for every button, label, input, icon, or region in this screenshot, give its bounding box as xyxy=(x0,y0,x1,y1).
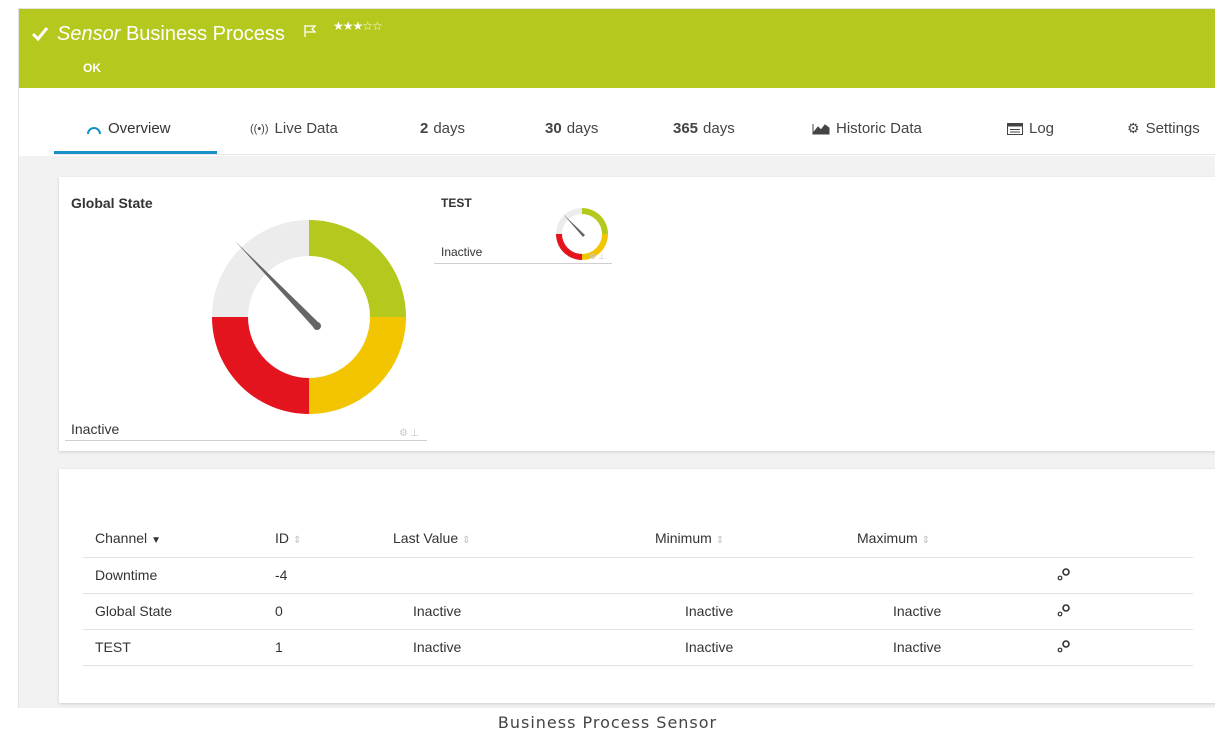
historic-chart-icon xyxy=(812,123,830,134)
cell-id: 1 xyxy=(275,629,393,666)
cell-last-value xyxy=(393,557,655,594)
tabs-divider xyxy=(54,154,1215,155)
tab-2-days[interactable]: 2 days xyxy=(420,120,465,137)
figure-caption: Business Process Sensor xyxy=(497,713,718,732)
cell-actions xyxy=(1057,629,1193,666)
cell-actions xyxy=(1057,593,1193,630)
col-minimum[interactable]: Minimum ⇕ xyxy=(655,519,857,558)
gauge-value: Inactive xyxy=(71,421,120,437)
status-text: OK xyxy=(83,61,101,75)
tab-settings[interactable]: ⚙ Settings xyxy=(1127,120,1200,137)
check-icon xyxy=(31,27,49,42)
table-row[interactable]: Global State 0 Inactive Inactive Inactiv… xyxy=(83,593,1193,630)
channels-panel: Channel ▼ ID ⇕ Last Value ⇕ Minimum ⇕ Maximu… xyxy=(59,469,1215,703)
tab-label: days xyxy=(703,120,735,137)
col-id[interactable]: ID ⇕ xyxy=(275,519,393,558)
tab-label: Log xyxy=(1029,120,1055,137)
tab-365-days[interactable]: 365 days xyxy=(673,120,735,137)
sort-icon: ⇕ xyxy=(921,534,931,546)
cell-last-value: Inactive xyxy=(393,593,655,630)
cell-maximum xyxy=(857,557,1057,594)
sort-icon: ⇕ xyxy=(293,534,302,546)
gauge-title: Global State xyxy=(71,195,153,211)
cell-id: -4 xyxy=(275,557,393,594)
col-last-value[interactable]: Last Value ⇕ xyxy=(393,519,655,558)
live-data-icon: ((•)) xyxy=(250,122,269,135)
cell-minimum: Inactive xyxy=(655,593,857,630)
tab-label: Historic Data xyxy=(836,120,922,137)
gauge-icon xyxy=(87,126,101,134)
cell-actions xyxy=(1057,557,1193,594)
page-title: Sensor Business Process xyxy=(57,23,285,46)
cell-maximum: Inactive xyxy=(857,629,1057,666)
table-row[interactable]: TEST 1 Inactive Inactive Inactive xyxy=(83,629,1193,666)
col-actions xyxy=(1057,519,1193,558)
gauge-panel: Global State Inactive ⚙⊥ TEST Inactive ⚙… xyxy=(59,177,1215,451)
gauge-segment-yellow xyxy=(309,317,406,414)
cell-id: 0 xyxy=(275,593,393,630)
col-maximum[interactable]: Maximum ⇕ xyxy=(857,519,1057,558)
channel-settings-icon[interactable] xyxy=(1057,567,1071,581)
tab-30-days[interactable]: 30 days xyxy=(545,120,598,137)
channel-settings-icon[interactable] xyxy=(1057,639,1071,653)
tab-bold: 30 xyxy=(545,120,562,137)
gauge-segment-green xyxy=(309,220,406,317)
tab-live-data[interactable]: ((•)) Live Data xyxy=(250,120,338,137)
title-italic: Sensor xyxy=(57,23,121,45)
log-icon xyxy=(1007,122,1023,135)
small-gauge-underline xyxy=(434,263,612,264)
cell-channel: Global State xyxy=(83,593,275,630)
small-gauge-tools-icon[interactable]: ⚙⊥ xyxy=(589,252,607,261)
priority-stars[interactable]: ★★★☆☆ xyxy=(333,19,383,33)
cell-minimum: Inactive xyxy=(655,629,857,666)
col-maximum-label: Maximum xyxy=(857,529,918,546)
tab-label: Live Data xyxy=(274,120,338,137)
tab-label: days xyxy=(433,120,466,137)
sort-icon: ⇕ xyxy=(462,534,471,546)
col-channel-label: Channel xyxy=(95,529,148,546)
table-header-row: Channel ▼ ID ⇕ Last Value ⇕ Minimum ⇕ Maximu… xyxy=(83,519,1193,558)
cell-channel: TEST xyxy=(83,629,275,666)
cell-channel: Downtime xyxy=(83,557,275,594)
flag-icon[interactable] xyxy=(304,25,317,37)
tab-label: days xyxy=(566,120,599,137)
tab-bold: 2 xyxy=(420,120,429,137)
cell-minimum xyxy=(655,557,857,594)
small-gauge-red xyxy=(556,234,582,260)
col-channel[interactable]: Channel ▼ xyxy=(83,519,275,558)
tab-label: Settings xyxy=(1145,120,1200,137)
tab-overview[interactable]: Overview xyxy=(86,120,171,137)
sensor-header: Sensor Business Process ★★★☆☆ OK xyxy=(19,9,1215,88)
small-gauge-value: Inactive xyxy=(441,245,483,259)
tab-historic-data[interactable]: Historic Data xyxy=(812,120,922,137)
small-gauge-needle xyxy=(563,214,585,237)
gauge-value-underline xyxy=(65,440,427,441)
tab-bold: 365 xyxy=(673,120,699,137)
col-minimum-label: Minimum xyxy=(655,529,712,546)
gear-icon: ⚙ xyxy=(1127,120,1140,136)
sort-icon: ⇕ xyxy=(715,534,725,546)
small-gauge-title: TEST xyxy=(441,196,472,210)
gauge-tools-icon[interactable]: ⚙⊥ xyxy=(399,428,421,439)
tab-bar: Overview ((•)) Live Data 2 days 30 days … xyxy=(19,88,1215,156)
small-gauge-green xyxy=(582,208,608,234)
global-state-gauge[interactable] xyxy=(209,217,409,417)
col-last-value-label: Last Value xyxy=(393,529,459,546)
tab-label: Overview xyxy=(108,120,171,137)
sort-desc-icon: ▼ xyxy=(151,534,162,546)
channels-table: Channel ▼ ID ⇕ Last Value ⇕ Minimum ⇕ Maximu… xyxy=(83,519,1193,666)
tab-log[interactable]: Log xyxy=(1007,120,1054,137)
title-rest: Business Process xyxy=(125,23,285,45)
channel-settings-icon[interactable] xyxy=(1057,603,1071,617)
cell-last-value: Inactive xyxy=(393,629,655,666)
gauge-segment-red xyxy=(212,317,309,414)
sensor-page: Sensor Business Process ★★★☆☆ OK Overvie… xyxy=(18,8,1215,708)
cell-maximum: Inactive xyxy=(857,593,1057,630)
col-id-label: ID xyxy=(275,529,289,546)
table-row[interactable]: Downtime -4 xyxy=(83,557,1193,594)
